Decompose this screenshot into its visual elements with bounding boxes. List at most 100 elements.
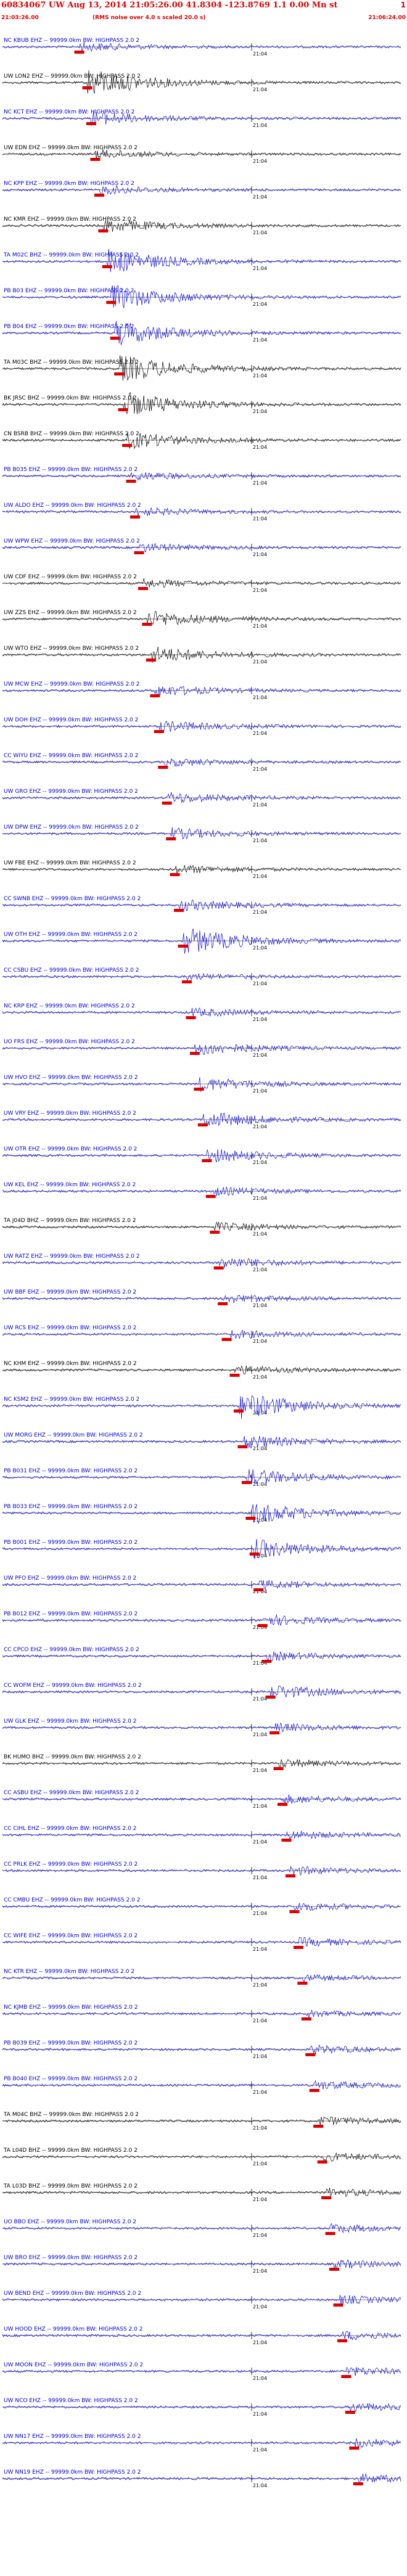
phase-pick-marker: [218, 1302, 228, 1305]
rms-note: (RMS noise over 4.0 s scaled 20.0 s): [92, 15, 206, 21]
phase-pick-marker: [154, 730, 164, 733]
time-tick-label: 21:04: [253, 588, 267, 593]
phase-pick-marker: [202, 1159, 212, 1162]
station-label: UW NCO EHZ -- 99999.0km BW: HIGHPASS 2.0…: [4, 2398, 138, 2404]
trace-row: 21:04 UW BRO EHZ -- 99999.0km BW: HIGHPAS…: [2, 2255, 401, 2274]
phase-pick-marker: [289, 1910, 300, 1913]
seismic-trace: [2, 1903, 401, 1911]
time-tick-label: 21:04: [253, 123, 267, 128]
trace-row: 21:04 UW ZZS EHZ -- 99999.0km BW: HIGHPAS…: [2, 610, 401, 629]
station-label: BK HUMO BHZ -- 99999.0km BW: HIGHPASS 2.…: [4, 1754, 141, 1760]
trace-row: 21:04 UW ALDO EHZ -- 99999.0km BW: HIGHPA…: [2, 502, 401, 522]
time-tick-label: 21:04: [253, 230, 267, 236]
station-label: NC KHM EHZ -- 99999.0km BW: HIGHPASS 2.0…: [4, 1361, 137, 1367]
time-tick-label: 21:04: [253, 2018, 267, 2024]
time-tick-label: 21:04: [253, 552, 267, 557]
trace-row: 21:04UW PFO EHZ -- 99999.0km BW: HIGHPAS…: [2, 1575, 401, 1594]
station-label: TA M04C BHZ -- 99999.0km BW: HIGHPASS 2.…: [3, 2112, 139, 2118]
phase-pick-marker: [90, 158, 101, 161]
time-tick-label: 21:04: [253, 909, 267, 915]
time-tick-label: 21:04: [253, 2197, 267, 2202]
trace-row: 21:04 CC WOFM EHZ -- 99999.0km BW: HIGHPA…: [2, 1683, 401, 1702]
time-tick-label: 21:04: [253, 301, 267, 307]
trace-row: 21:04 UW DOH EHZ -- 99999.0km BW: HIGHPAS…: [2, 717, 401, 736]
trace-row: 21:04PB B031 EHZ -- 99999.0km BW: HIGHPA…: [2, 1468, 401, 1487]
seismic-trace: [2, 1974, 401, 1982]
phase-pick-marker: [182, 980, 192, 983]
time-tick-label: 21:04: [253, 623, 267, 629]
time-tick-label: 21:04: [253, 158, 267, 164]
phase-pick-marker: [249, 1553, 260, 1556]
trace-row: 21:04 CC WIYU EHZ -- 99999.0km BW: HIGHPA…: [2, 753, 401, 772]
trace-row: 21:04 TA L03D BHZ -- 99999.0km BW: HIGHPA…: [2, 2183, 401, 2202]
station-label: CC PRLK EHZ -- 99999.0km BW: HIGHPASS 2.…: [4, 1861, 138, 1868]
station-label: UW PFO EHZ -- 99999.0km BW: HIGHPASS 2.0…: [4, 1575, 136, 1581]
station-label: PB B001 EHZ -- 99999.0km BW: HIGHPASS 2.…: [4, 1540, 138, 1546]
trace-row: 21:04 UW GLK EHZ -- 99999.0km BW: HIGHPAS…: [2, 1718, 401, 1737]
station-label: UW WPW EHZ -- 99999.0km BW: HIGHPASS 2.0…: [4, 538, 140, 544]
seismic-trace: [2, 686, 401, 697]
time-tick-label: 21:04: [253, 516, 267, 522]
trace-row: 21:04NC KSM2 EHZ -- 99999.0km BW: HIGHPA…: [2, 1395, 401, 1419]
time-tick-label: 21:04: [253, 2376, 267, 2381]
station-label: UW MORG EHZ -- 99999.0km BW: HIGHPASS 2.…: [4, 1432, 143, 1438]
phase-pick-marker: [189, 1052, 200, 1055]
trace-row: 21:04 UW FBE EHZ -- 99999.0km BW: HIGHPAS…: [2, 860, 401, 879]
phase-pick-marker: [329, 2268, 340, 2271]
phase-pick-marker: [134, 551, 144, 554]
phase-pick-marker: [353, 2482, 363, 2485]
trace-row: 21:04 BK JRSC BHZ -- 99999.0km BW: HIGHPA…: [2, 392, 401, 414]
trace-row: 21:04 PB B03 EHZ -- 99999.0km BW: HIGHPAS…: [2, 285, 401, 308]
station-label: PB B033 EHZ -- 99999.0km BW: HIGHPASS 2.…: [4, 1504, 138, 1510]
trace-row: 21:04 PB B035 EHZ -- 99999.0km BW: HIGHPA…: [2, 467, 401, 486]
phase-pick-marker: [293, 1946, 303, 1949]
time-tick-label: 21:04: [253, 2090, 267, 2095]
time-tick-label: 21:04: [253, 194, 267, 200]
phase-pick-marker: [106, 301, 117, 304]
trace-row: 21:04 UW LON2 EHZ -- 99999.0km BW: HIGHPA…: [2, 70, 401, 94]
time-tick-label: 21:04: [253, 1017, 267, 1022]
station-label: NC KTR EHZ -- 99999.0km BW: HIGHPASS 2.0…: [4, 1969, 134, 1975]
trace-row: 21:04 CC CSBU EHZ -- 99999.0km BW: HIGHPA…: [2, 967, 401, 987]
trace-row: 21:04 UW DPW EHZ -- 99999.0km BW: HIGHPAS…: [2, 824, 401, 843]
time-tick-label: 21:04: [253, 1446, 267, 1451]
trace-row: 21:04 UW WTO EHZ -- 99999.0km BW: HIGHPAS…: [2, 646, 401, 665]
time-tick-label: 21:04: [253, 2233, 267, 2238]
time-tick-label: 21:04: [253, 1982, 267, 1988]
trace-row: 21:04 CC CMBU EHZ -- 99999.0km BW: HIGHPA…: [2, 1897, 401, 1916]
phase-pick-marker: [253, 1588, 264, 1591]
time-tick-label: 21:04: [253, 2268, 267, 2274]
phase-pick-marker: [278, 1803, 288, 1806]
phase-pick-marker: [229, 1374, 240, 1377]
time-tick-label: 21:04: [253, 1875, 267, 1881]
seismic-trace: [2, 864, 401, 874]
time-tick-label: 21:04: [253, 409, 267, 414]
station-label: UW LON2 EHZ -- 99999.0km BW: HIGHPASS 2.…: [4, 73, 141, 80]
trace-row: 21:04 UW NCO EHZ -- 99999.0km BW: HIGHPAS…: [2, 2398, 401, 2417]
station-label: NC KJMB EHZ -- 99999.0km BW: HIGHPASS 2.…: [4, 2004, 138, 2011]
trace-row: 21:04 CC SWNB EHZ -- 99999.0km BW: HIGHPA…: [2, 896, 401, 915]
station-label: UW GRO EHZ -- 99999.0km BW: HIGHPASS 2.0…: [4, 789, 138, 795]
time-tick-label: 21:04: [253, 266, 267, 271]
trace-row: 21:04 CC CIHL EHZ -- 99999.0km BW: HIGHPA…: [2, 1826, 401, 1845]
phase-pick-marker: [269, 1731, 280, 1734]
station-label: UW RATZ EHZ -- 99999.0km BW: HIGHPASS 2.…: [4, 1253, 140, 1260]
trace-row: 21:04 UW NN19 EHZ -- 99999.0km BW: HIGHPA…: [2, 2469, 401, 2488]
time-tick-label: 21:04: [253, 2340, 267, 2345]
station-label: UW CDF EHZ -- 99999.0km BW: HIGHPASS 2.0…: [4, 574, 137, 580]
station-label: PB B012 EHZ -- 99999.0km BW: HIGHPASS 2.…: [4, 1611, 138, 1617]
station-label: UW OTR EHZ -- 99999.0km BW: HIGHPASS 2.0…: [4, 1146, 137, 1152]
station-label: NC KMR EHZ -- 99999.0km BW: HIGHPASS 2.0…: [4, 216, 136, 223]
seismic-trace: [2, 1258, 401, 1268]
time-tick-label: 21:04: [253, 981, 267, 987]
trace-row: 21:04PB B033 EHZ -- 99999.0km BW: HIGHPA…: [2, 1504, 401, 1524]
trace-row: 21:04 CC WIFE EHZ -- 99999.0km BW: HIGHPA…: [2, 1933, 401, 1952]
phase-pick-marker: [281, 1839, 292, 1842]
trace-row: 21:04 UW EDN EHZ -- 99999.0km BW: HIGHPAS…: [2, 145, 401, 164]
time-tick-label: 21:04: [253, 337, 267, 343]
time-tick-label: 21:04: [253, 1839, 267, 1845]
trace-row: 21:04CC CPCO EHZ -- 99999.0km BW: HIGHPA…: [2, 1647, 401, 1666]
time-tick-label: 21:04: [253, 838, 267, 843]
time-tick-label: 21:04: [253, 766, 267, 772]
station-label: UW BRO EHZ -- 99999.0km BW: HIGHPASS 2.0…: [4, 2255, 138, 2261]
